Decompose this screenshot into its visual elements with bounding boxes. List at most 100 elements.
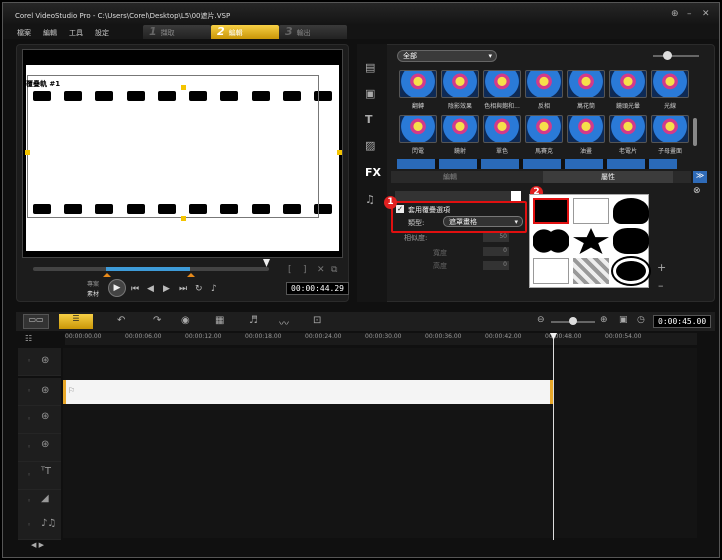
menu-settings[interactable]: 設定: [95, 28, 109, 38]
collapse-icon[interactable]: ≫: [693, 171, 707, 183]
zoom-in-icon[interactable]: ⊕: [600, 315, 608, 325]
resize-handle[interactable]: [181, 216, 186, 221]
auto-music-icon[interactable]: ♬: [249, 315, 258, 326]
timeline-duration[interactable]: 0:00:45.00: [653, 315, 712, 328]
tab-edit[interactable]: 2 編輯: [211, 25, 279, 39]
resize-handle[interactable]: [337, 150, 342, 155]
tab-attributes[interactable]: 屬性: [543, 171, 673, 183]
track-toggle-icon[interactable]: ◦: [27, 471, 31, 479]
next-frame-icon[interactable]: ▶: [163, 284, 170, 294]
fit-project-icon[interactable]: ▣: [619, 315, 628, 325]
filter-thumbnail[interactable]: 色相與飽和...: [481, 70, 523, 112]
trim-start-marker[interactable]: [103, 269, 111, 277]
home-icon[interactable]: ⏮: [131, 284, 139, 294]
repeat-icon[interactable]: ↻: [195, 284, 203, 294]
filter-thumbnail[interactable]: 鏡射: [439, 115, 481, 157]
resize-handle[interactable]: [181, 85, 186, 90]
filter-icon[interactable]: FX: [365, 166, 381, 179]
volume-icon[interactable]: ♪: [211, 284, 217, 294]
mask-cloud[interactable]: [613, 228, 649, 254]
trim-end-marker[interactable]: [187, 269, 195, 277]
filter-thumbnail[interactable]: 老電片: [607, 115, 649, 157]
pan-zoom-icon[interactable]: ⊡: [313, 315, 321, 326]
clock-icon[interactable]: ◷: [637, 315, 645, 325]
project-mode[interactable]: 專案: [87, 279, 99, 288]
cut-icon[interactable]: ✕: [317, 265, 325, 275]
category-dropdown[interactable]: 全部 ▾: [397, 50, 497, 62]
zoom-out-icon[interactable]: ⊖: [537, 315, 545, 325]
mask-blank[interactable]: [533, 258, 569, 284]
undo-icon[interactable]: ↶: [117, 315, 125, 326]
overlay-clip[interactable]: [63, 380, 553, 404]
clip-mode[interactable]: 素材: [87, 289, 99, 298]
filter-thumbnail[interactable]: 子母畫面: [649, 115, 691, 157]
storyboard-view-icon[interactable]: ▭▭: [23, 314, 49, 329]
title-icon[interactable]: T: [365, 113, 373, 126]
mask-monitor[interactable]: [613, 198, 649, 224]
slider-knob[interactable]: [663, 51, 672, 60]
audio-icon[interactable]: ♫: [365, 193, 375, 206]
tab-share[interactable]: 3 輸出: [279, 25, 347, 39]
play-button[interactable]: ▶: [108, 279, 126, 297]
filter-thumbnail[interactable]: 陰影效果: [439, 70, 481, 112]
mask-crosshair[interactable]: [573, 198, 609, 224]
mark-out-icon[interactable]: ]: [303, 265, 307, 275]
prev-frame-icon[interactable]: ◀: [147, 284, 154, 294]
filter-thumbnail[interactable]: 光線: [649, 70, 691, 112]
mix-icon[interactable]: ▦: [215, 315, 224, 326]
mask-oval[interactable]: [613, 258, 649, 284]
track-toggle-icon[interactable]: ◦: [27, 497, 31, 505]
mask-circles[interactable]: [533, 228, 569, 254]
enlarge-icon[interactable]: ⧉: [331, 265, 337, 275]
filter-thumbnail[interactable]: 萬花筒: [565, 70, 607, 112]
apply-overlay-checkbox[interactable]: ✓: [396, 205, 404, 213]
preview-timecode[interactable]: 00:00:44.29: [286, 282, 349, 295]
transition-icon[interactable]: ▨: [365, 139, 375, 152]
add-mask-icon[interactable]: +: [657, 261, 666, 274]
track-toggle-icon[interactable]: ◦: [27, 521, 31, 529]
filter-thumbnail[interactable]: 翻轉: [397, 70, 439, 112]
type-dropdown[interactable]: 遮罩畫格 ▾: [443, 216, 523, 227]
menu-edit[interactable]: 編輯: [43, 28, 57, 38]
timeline-view-icon[interactable]: ☰: [59, 314, 93, 329]
resize-handle[interactable]: [25, 150, 30, 155]
menu-file[interactable]: 檔案: [17, 28, 31, 38]
height-value[interactable]: 0: [483, 261, 509, 270]
track-toggle-icon[interactable]: ◦: [27, 357, 31, 365]
timeline-playhead[interactable]: [553, 335, 554, 540]
filter-thumbnail[interactable]: 單色: [481, 115, 523, 157]
mask-leaf[interactable]: [573, 228, 609, 254]
tab-capture[interactable]: 1 擷取: [143, 25, 211, 39]
thumb-size-slider[interactable]: [653, 55, 699, 57]
track-manager-icon[interactable]: ☷: [25, 334, 32, 343]
scroll-left-icon[interactable]: ◀ ▶: [31, 541, 44, 549]
track-area[interactable]: [63, 348, 697, 538]
pin-icon[interactable]: ⊕: [671, 9, 679, 19]
mask-checker[interactable]: [573, 258, 609, 284]
width-value[interactable]: 0: [483, 247, 509, 256]
remove-mask-icon[interactable]: –: [658, 279, 664, 292]
media-icon[interactable]: ▤: [365, 61, 375, 74]
filter-thumbnail[interactable]: 閃電: [397, 115, 439, 157]
library-scrollbar[interactable]: [693, 118, 697, 146]
close-options-icon[interactable]: ⊗: [693, 186, 701, 196]
close-icon[interactable]: ✕: [702, 9, 710, 19]
overlay-bounding-box[interactable]: [27, 75, 319, 218]
zoom-knob[interactable]: [569, 317, 577, 325]
minimize-icon[interactable]: –: [687, 9, 692, 19]
filter-thumbnail[interactable]: 鏡頭光暈: [607, 70, 649, 112]
tab-edit-options[interactable]: 編輯: [443, 171, 457, 183]
filter-thumbnail[interactable]: 反相: [523, 70, 565, 112]
color-swatch[interactable]: [511, 191, 521, 201]
instant-project-icon[interactable]: ▣: [365, 87, 375, 100]
audio-wave-icon[interactable]: 〰: [279, 315, 289, 330]
end-icon[interactable]: ⏭: [179, 284, 187, 294]
track-toggle-icon[interactable]: ◦: [27, 443, 31, 451]
redo-icon[interactable]: ↷: [153, 315, 161, 326]
similarity-value[interactable]: 50: [483, 233, 509, 242]
record-capture-icon[interactable]: ◉: [181, 315, 190, 326]
menu-tools[interactable]: 工具: [69, 28, 83, 38]
mask-film-frame[interactable]: [533, 198, 569, 224]
track-toggle-icon[interactable]: ◦: [27, 415, 31, 423]
filter-thumbnail[interactable]: 油畫: [565, 115, 607, 157]
